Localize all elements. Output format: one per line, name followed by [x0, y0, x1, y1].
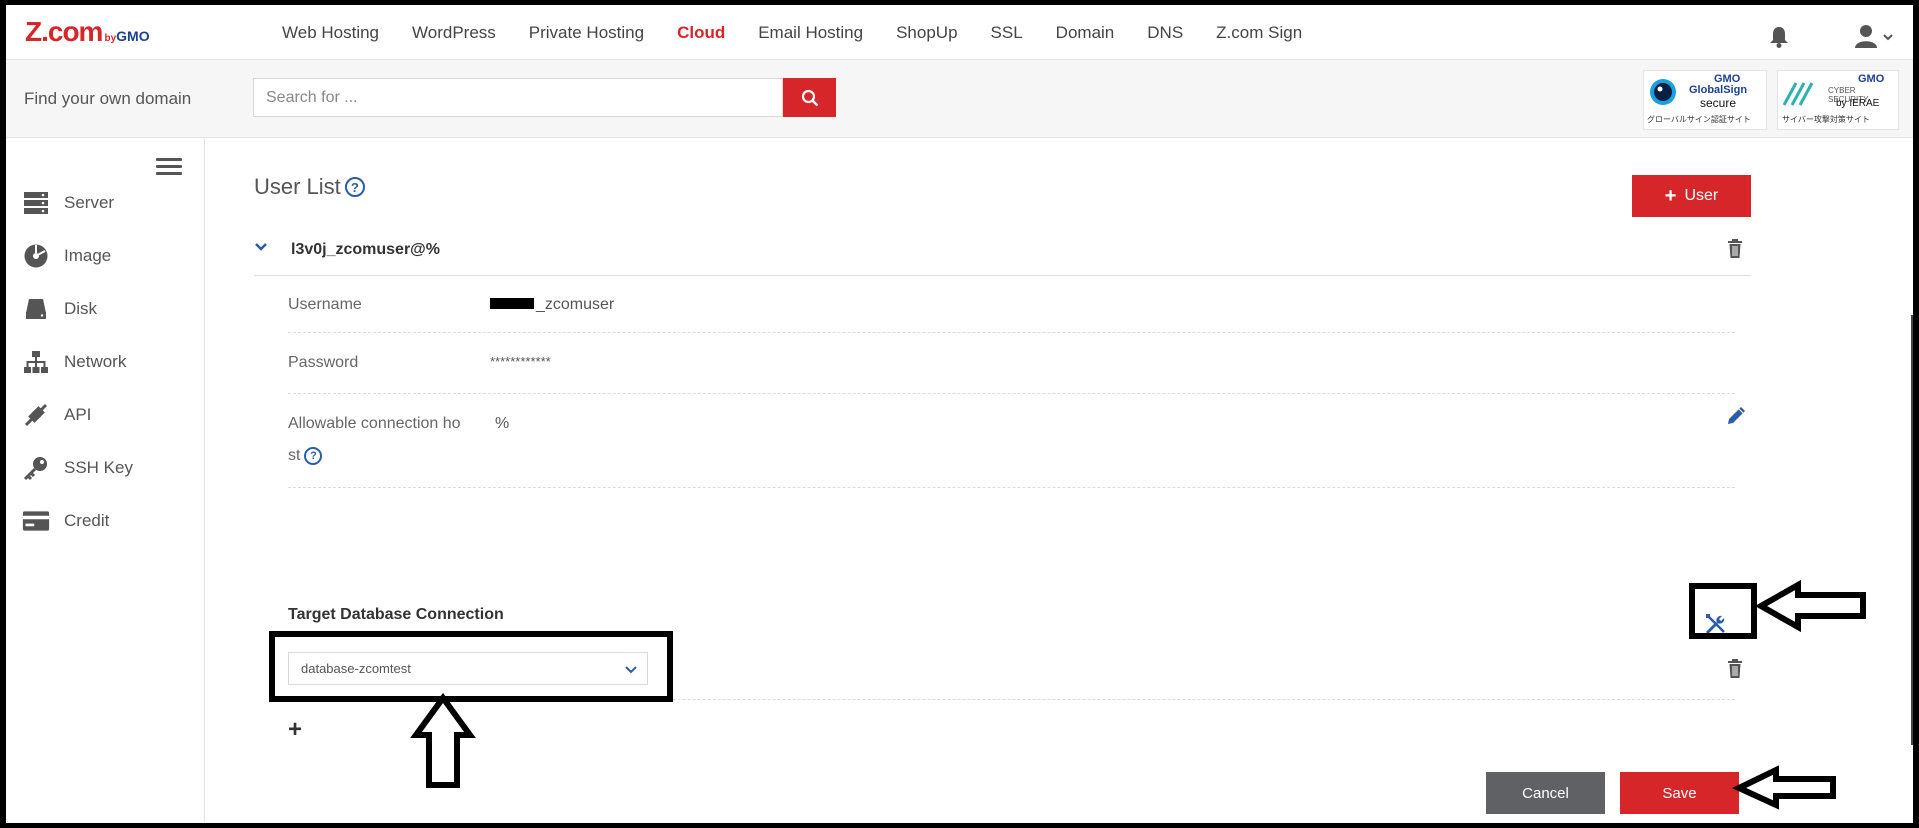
arrow-left-tools-annotation: [1754, 579, 1866, 633]
app-frame: Z.com byGMO Web Hosting WordPress Private…: [6, 5, 1913, 823]
arrow-up-annotation: [410, 692, 476, 788]
scrollbar[interactable]: [1911, 315, 1913, 745]
annotation-arrows: [410, 579, 1866, 810]
arrow-left-save-annotation: [1731, 765, 1836, 810]
